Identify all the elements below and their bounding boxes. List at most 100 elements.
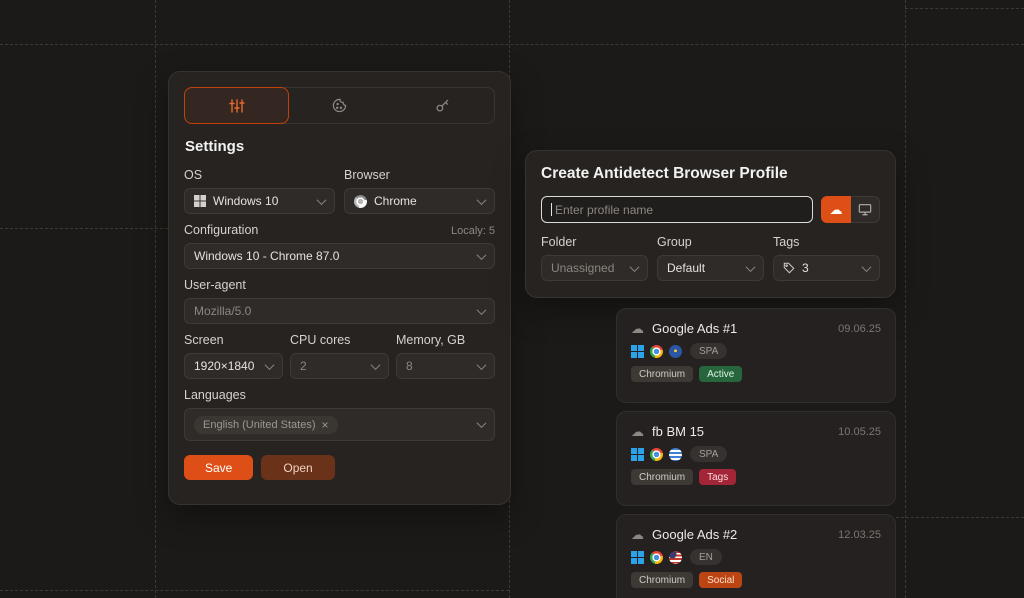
profile-date: 10.05.25 [838,426,881,438]
chevron-down-icon [746,262,756,272]
chevron-down-icon [317,195,327,205]
profile-name: Google Ads #2 [652,527,737,542]
tab-fingerprint-settings[interactable] [184,87,289,124]
os-select[interactable]: Windows 10 [184,188,335,214]
user-agent-select[interactable]: Mozilla/5.0 [184,298,495,324]
cpu-cores-select[interactable]: 2 [290,353,389,379]
status-badge: Tags [699,469,736,485]
local-computer-icon [858,203,872,216]
folder-value: Unassigned [551,261,614,275]
chevron-down-icon [371,360,381,370]
sliders-icon [229,99,245,113]
profile-card[interactable]: ☁ Google Ads #2 12.03.25 EN Chromium Soc… [616,514,896,598]
chevron-down-icon [477,195,487,205]
cloud-icon: ☁ [631,528,644,541]
windows-icon [631,345,644,358]
save-button[interactable]: Save [184,455,253,480]
chevron-down-icon [477,305,487,315]
language-badge: SPA [690,446,727,462]
windows-icon [194,195,206,207]
memory-value: 8 [406,359,413,373]
create-profile-title: Create Antidetect Browser Profile [541,165,880,183]
browser-select[interactable]: Chrome [344,188,495,214]
languages-label: Languages [184,388,495,402]
profile-date: 09.06.25 [838,323,881,335]
chevron-down-icon [630,262,640,272]
language-badge: SPA [690,343,727,359]
tags-select[interactable]: 3 [773,255,880,281]
cookie-icon [332,98,347,113]
browser-label: Browser [344,168,495,182]
os-label: OS [184,168,335,182]
key-icon [435,98,450,113]
configuration-select[interactable]: Windows 10 - Chrome 87.0 [184,243,495,269]
tags-value: 3 [802,261,809,275]
flag-icon [669,551,682,564]
chrome-icon [650,448,663,461]
cloud-icon: ☁ [631,425,644,438]
status-badge: Social [699,572,742,588]
folder-select[interactable]: Unassigned [541,255,648,281]
settings-title: Settings [185,138,494,155]
screen-value: 1920×1840 [194,359,254,373]
chevron-down-icon [477,250,487,260]
profile-card[interactable]: ☁ Google Ads #1 09.06.25 SPA Chromium Ac… [616,308,896,403]
cpu-cores-value: 2 [300,359,307,373]
chrome-icon [354,195,367,208]
windows-icon [631,551,644,564]
memory-select[interactable]: 8 [396,353,495,379]
group-select[interactable]: Default [657,255,764,281]
cloud-storage-button[interactable]: ☁ [821,196,851,223]
screen-select[interactable]: 1920×1840 [184,353,283,379]
configuration-value: Windows 10 - Chrome 87.0 [194,249,339,263]
group-label: Group [657,235,764,249]
profile-name-input[interactable] [541,196,813,223]
text-caret [551,203,552,216]
profile-card[interactable]: ☁ fb BM 15 10.05.25 SPA Chromium Tags [616,411,896,506]
status-badge: Active [699,366,742,382]
profile-name: Google Ads #1 [652,321,737,336]
guide-line [896,517,1024,518]
memory-label: Memory, GB [396,333,495,347]
configuration-local-count: Localy: 5 [451,225,495,237]
profile-date: 12.03.25 [838,529,881,541]
cloud-icon: ☁ [631,322,644,335]
guide-line [905,8,1024,9]
remove-language-icon[interactable]: × [322,419,329,431]
windows-icon [631,448,644,461]
canvas: Settings OS Windows 10 Browser [0,0,1024,598]
status-badge: Chromium [631,572,693,588]
open-button[interactable]: Open [261,455,334,480]
storage-toggle: ☁ [821,196,880,223]
settings-panel: Settings OS Windows 10 Browser [168,71,511,505]
language-badge: EN [690,549,722,565]
os-value: Windows 10 [213,194,278,208]
language-chip: English (United States) × [194,416,338,434]
chrome-icon [650,551,663,564]
guide-line [155,0,156,598]
tab-access-key[interactable] [391,88,494,123]
local-storage-button[interactable] [851,196,880,223]
cpu-cores-label: CPU cores [290,333,389,347]
language-chip-text: English (United States) [203,419,316,431]
tag-icon [783,262,795,274]
profile-name-field-wrap [541,196,813,223]
languages-select[interactable]: English (United States) × [184,408,495,441]
chevron-down-icon [265,360,275,370]
screen-label: Screen [184,333,283,347]
profile-name: fb BM 15 [652,424,704,439]
guide-line [0,44,1024,45]
create-profile-panel: Create Antidetect Browser Profile ☁ [525,150,896,298]
browser-value: Chrome [374,194,417,208]
user-agent-value: Mozilla/5.0 [194,304,251,318]
guide-line [905,0,906,598]
chevron-down-icon [477,360,487,370]
configuration-label: Configuration [184,223,258,237]
user-agent-label: User-agent [184,278,495,292]
guide-line [0,228,168,229]
status-badge: Chromium [631,366,693,382]
status-badge: Chromium [631,469,693,485]
chevron-down-icon [477,418,487,428]
tags-label: Tags [773,235,880,249]
tab-cookies[interactable] [288,88,391,123]
